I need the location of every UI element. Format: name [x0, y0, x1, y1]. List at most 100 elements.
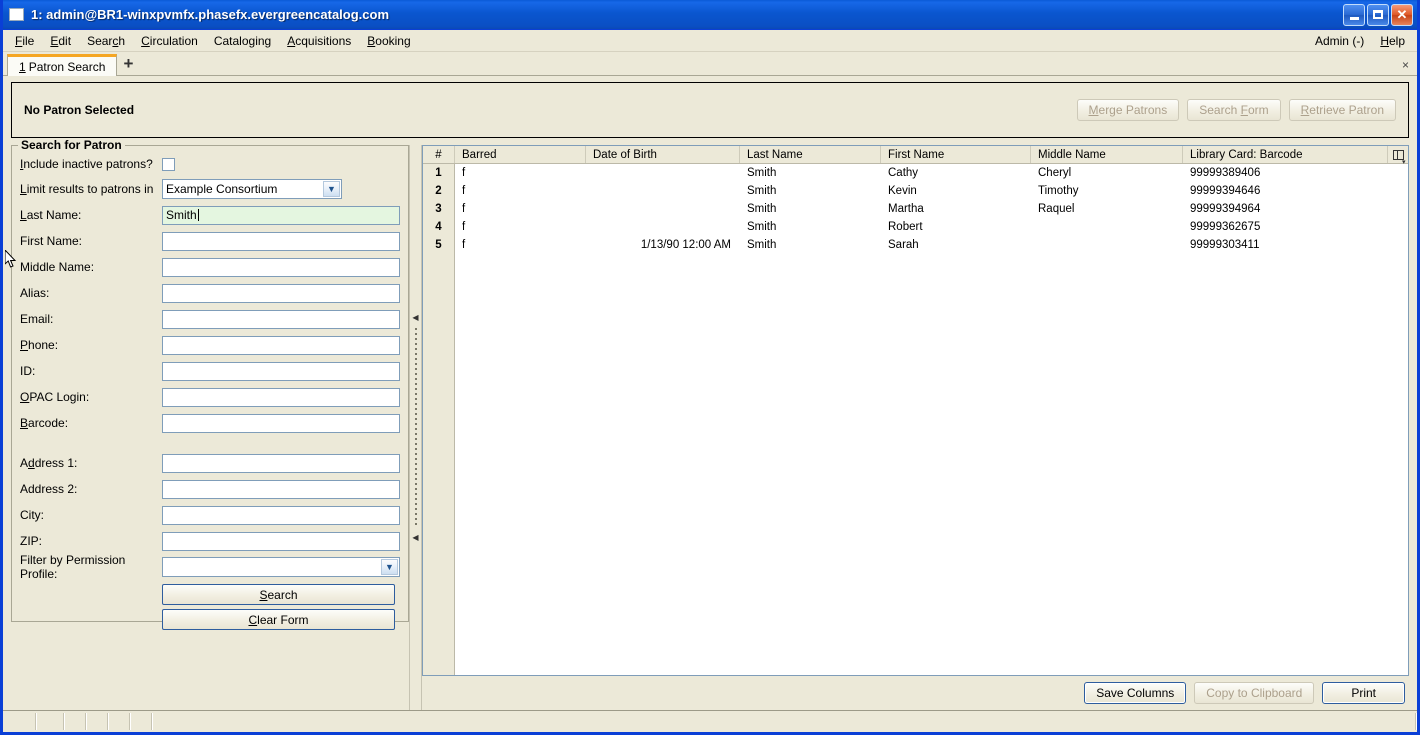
cell-dob: [586, 164, 740, 182]
id-row: ID:: [20, 358, 400, 384]
barcode-input[interactable]: [162, 413, 400, 433]
tab-patron-search[interactable]: 1 Patron Search: [7, 54, 118, 76]
column-header-first-name[interactable]: First Name: [881, 146, 1031, 163]
zip-input[interactable]: [162, 531, 400, 551]
menu-booking[interactable]: Booking: [359, 32, 418, 50]
city-label: City:: [20, 508, 44, 522]
column-header-num[interactable]: #: [423, 146, 455, 163]
menu-acquisitions[interactable]: Acquisitions: [279, 32, 359, 50]
maximize-button[interactable]: [1367, 3, 1389, 26]
collapse-right-icon[interactable]: ◀: [412, 533, 418, 542]
address2-input[interactable]: [162, 479, 400, 499]
first-name-row: First Name:: [20, 228, 400, 254]
column-header-library-card[interactable]: Library Card: Barcode: [1183, 146, 1388, 163]
column-header-dob[interactable]: Date of Birth: [586, 146, 740, 163]
table-row[interactable]: f 1/13/90 12:00 AM Smith Sarah 999993034…: [455, 236, 1408, 254]
last-name-input[interactable]: Smith: [162, 205, 400, 225]
permission-profile-row: Filter by Permission Profile: ▼: [20, 553, 400, 581]
search-button[interactable]: Search: [162, 584, 395, 605]
email-label: Email:: [20, 312, 54, 326]
menu-search[interactable]: Search: [79, 32, 133, 50]
table-row[interactable]: f Smith Robert 99999362675: [455, 218, 1408, 236]
close-tab-icon[interactable]: ×: [1402, 58, 1409, 75]
address2-label: Address 2:: [20, 482, 78, 496]
copy-to-clipboard-button[interactable]: Copy to Clipboard: [1194, 682, 1315, 704]
cell-dob: [586, 182, 740, 200]
grid-rows: f Smith Cathy Cheryl 99999389406 f Smith…: [455, 164, 1408, 675]
cell-library-card: 99999394646: [1190, 185, 1261, 197]
menu-edit[interactable]: Edit: [42, 32, 79, 50]
print-button[interactable]: Print: [1322, 682, 1405, 704]
search-pane: Search for Patron Include inactive patro…: [11, 138, 409, 710]
table-row[interactable]: f Smith Cathy Cheryl 99999389406: [455, 164, 1408, 182]
row-number: 1: [435, 167, 442, 179]
alias-label: Alias:: [20, 286, 50, 300]
address1-input[interactable]: [162, 453, 400, 473]
email-input[interactable]: [162, 309, 400, 329]
status-segment: [7, 713, 37, 730]
column-header-barred[interactable]: Barred: [455, 146, 586, 163]
menu-admin[interactable]: Admin (-): [1307, 32, 1372, 50]
cell-last-name: Smith: [747, 239, 777, 251]
patron-status-label: No Patron Selected: [24, 103, 135, 117]
permission-profile-label: Filter by Permission Profile:: [20, 553, 126, 581]
table-row[interactable]: f Smith Martha Raquel 99999394964: [455, 200, 1408, 218]
row-number-column: 1 2 3 4 5: [423, 164, 455, 675]
middle-name-input[interactable]: [162, 257, 400, 277]
menu-bar: FFileile Edit Search Circulation Catalog…: [3, 30, 1417, 52]
menu-help[interactable]: Help: [1372, 32, 1413, 50]
middle-name-label: Middle Name:: [20, 260, 95, 274]
address1-label: Address 1:: [20, 456, 78, 470]
phone-input[interactable]: [162, 335, 400, 355]
menu-circulation[interactable]: Circulation: [133, 32, 206, 50]
last-name-label: Last Name:: [20, 208, 82, 222]
id-label: ID:: [20, 364, 36, 378]
cell-first-name: Robert: [888, 221, 923, 233]
collapse-left-icon[interactable]: ◀: [412, 313, 418, 322]
cell-dob: [586, 200, 740, 218]
minimize-button[interactable]: [1343, 3, 1365, 26]
cell-last-name: Smith: [747, 203, 777, 215]
consortium-select[interactable]: Example Consortium ▼: [162, 179, 342, 199]
address2-row: Address 2:: [20, 476, 400, 502]
patron-action-buttons: Merge Patrons Search Form Retrieve Patro…: [1076, 99, 1396, 121]
zip-label: ZIP:: [20, 534, 43, 548]
first-name-input[interactable]: [162, 231, 400, 251]
cell-library-card: 99999303411: [1190, 239, 1260, 251]
status-segment: [37, 713, 65, 730]
application-window: 1: admin@BR1-winxpvmfx.phasefx.evergreen…: [0, 0, 1420, 735]
chevron-down-icon: ▼: [381, 559, 398, 575]
city-input[interactable]: [162, 505, 400, 525]
window-title: 1: admin@BR1-winxpvmfx.phasefx.evergreen…: [31, 7, 390, 22]
status-segment: [87, 713, 109, 730]
last-name-row: Last Name: Smith: [20, 202, 400, 228]
permission-profile-select[interactable]: ▼: [162, 557, 400, 577]
close-icon[interactable]: ✕: [1391, 3, 1413, 26]
alias-row: Alias:: [20, 280, 400, 306]
search-form-button[interactable]: Search Form: [1187, 99, 1281, 121]
id-input[interactable]: [162, 361, 400, 381]
merge-patrons-button[interactable]: Merge Patrons: [1076, 99, 1180, 121]
clear-form-button[interactable]: Clear Form: [162, 609, 395, 630]
row-number: 2: [435, 185, 442, 197]
save-columns-button[interactable]: Save Columns: [1084, 682, 1187, 704]
retrieve-patron-button[interactable]: Retrieve Patron: [1288, 99, 1396, 121]
cell-middle-name: Cheryl: [1038, 167, 1072, 179]
pane-splitter[interactable]: ◀ ◀: [409, 145, 422, 710]
menu-cataloging[interactable]: Cataloging: [206, 32, 279, 50]
alias-input[interactable]: [162, 283, 400, 303]
row-number: 4: [435, 221, 442, 233]
search-form-legend: Search for Patron: [18, 138, 125, 152]
column-header-last-name[interactable]: Last Name: [740, 146, 881, 163]
opac-login-input[interactable]: [162, 387, 400, 407]
middle-name-row: Middle Name:: [20, 254, 400, 280]
cell-last-name: Smith: [747, 185, 777, 197]
row-number: 5: [435, 239, 442, 251]
new-tab-button[interactable]: +: [117, 53, 139, 75]
column-header-middle-name[interactable]: Middle Name: [1031, 146, 1183, 163]
menu-file[interactable]: FFileile: [7, 32, 42, 50]
cell-middle-name: [1031, 218, 1183, 236]
include-inactive-checkbox[interactable]: [162, 157, 175, 171]
table-row[interactable]: f Smith Kevin Timothy 99999394646: [455, 182, 1408, 200]
column-picker-icon[interactable]: [1388, 146, 1408, 166]
